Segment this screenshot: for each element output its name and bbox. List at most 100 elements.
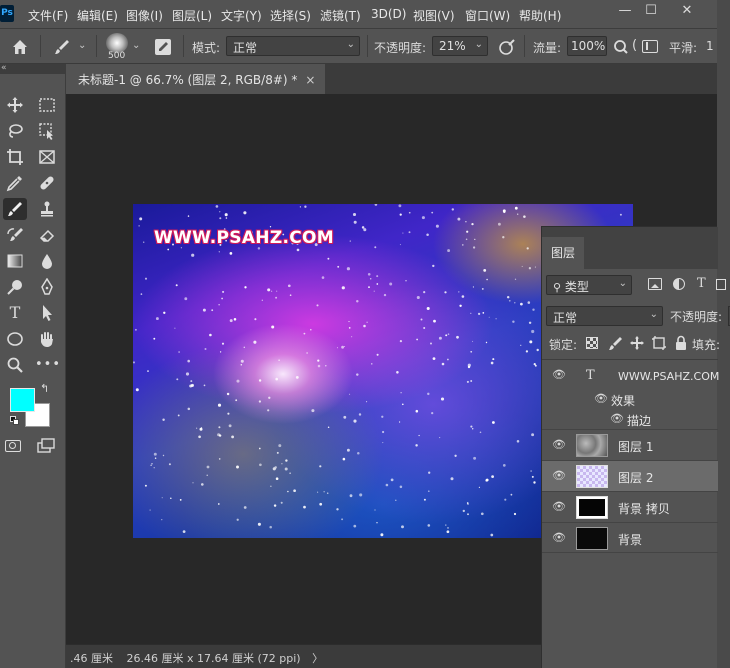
dodge-tool-icon[interactable] [3, 276, 27, 298]
opacity-input[interactable]: 21% ⌄ [432, 36, 488, 56]
layer-row-layer-2[interactable]: 👁 图层 2 [542, 460, 718, 491]
chevron-down-icon[interactable]: ⌄ [132, 40, 140, 51]
screen-mode-icon[interactable] [37, 438, 55, 454]
filter-adjustment-layers-icon[interactable] [673, 278, 685, 290]
star [430, 342, 432, 345]
star [258, 379, 262, 382]
maximize-button[interactable]: ☐ [636, 2, 666, 20]
layer-name[interactable]: WWW.PSAHZ.COM [618, 370, 719, 383]
window-edge-scrollbar[interactable] [717, 0, 730, 668]
eye-icon[interactable]: 👁 [552, 438, 566, 452]
type-tool-icon[interactable]: T [3, 302, 27, 324]
swap-colors-icon[interactable]: ↰ [40, 382, 49, 395]
filter-shape-layers-icon[interactable] [716, 279, 726, 290]
menu-edit[interactable]: 编辑(E) [77, 7, 118, 24]
eye-icon[interactable]: 👁 [552, 500, 566, 514]
lasso-tool-icon[interactable] [3, 120, 27, 142]
move-tool-icon[interactable] [3, 94, 27, 116]
blur-tool-icon[interactable] [35, 250, 59, 272]
zoom-tool-icon[interactable] [3, 354, 27, 376]
menu-help[interactable]: 帮助(H) [519, 7, 561, 24]
clone-stamp-tool-icon[interactable] [35, 198, 59, 220]
filter-pixel-layers-icon[interactable] [648, 278, 662, 290]
document-tab[interactable]: 未标题-1 @ 66.7% (图层 2, RGB/8#) * × [66, 64, 326, 94]
layer-row-background[interactable]: 👁 背景 [542, 522, 718, 553]
crop-tool-icon[interactable] [3, 146, 27, 168]
path-selection-tool-icon[interactable] [35, 302, 59, 324]
layer-name[interactable]: 图层 2 [618, 469, 653, 486]
stroke-eye-icon[interactable]: 👁 [610, 412, 624, 426]
lock-transparent-pixels-icon[interactable] [586, 337, 598, 349]
menu-view[interactable]: 视图(V) [413, 7, 455, 24]
menu-filter[interactable]: 滤镜(T) [320, 7, 361, 24]
menu-select[interactable]: 选择(S) [270, 7, 311, 24]
ellipse-tool-icon[interactable] [3, 328, 27, 350]
layer-name[interactable]: 背景 [618, 531, 642, 548]
airbrush-icon[interactable] [612, 37, 632, 57]
star [461, 295, 465, 298]
layer-row-text[interactable]: 👁 T WWW.PSAHZ.COM [542, 359, 719, 393]
star [240, 364, 243, 366]
close-button[interactable]: ✕ [672, 2, 702, 20]
stroke-effect-row[interactable]: 👁 描边 [542, 409, 718, 429]
close-tab-icon[interactable]: × [305, 73, 315, 87]
foreground-color-swatch[interactable] [10, 388, 35, 412]
eyedropper-tool-icon[interactable] [3, 172, 27, 194]
brush-settings-icon[interactable] [153, 37, 173, 57]
blend-mode-select[interactable]: 正常 ⌄ [546, 306, 663, 326]
healing-brush-tool-icon[interactable] [35, 172, 59, 194]
eraser-tool-icon[interactable] [35, 224, 59, 246]
pressure-opacity-icon[interactable] [497, 37, 517, 57]
layer-filter-select[interactable]: ⚲ 类型 ⌄ [546, 275, 632, 295]
star [349, 494, 353, 498]
layer-row-layer-1[interactable]: 👁 图层 1 [542, 429, 718, 460]
effects-eye-icon[interactable]: 👁 [594, 392, 608, 406]
layer-effects-row[interactable]: 👁 效果 [542, 389, 718, 409]
eye-icon[interactable]: 👁 [552, 368, 566, 382]
status-expand-arrow[interactable]: 〉 [312, 652, 323, 665]
mode-select[interactable]: 正常 ⌄ [226, 36, 360, 56]
filter-type-layers-icon[interactable]: T [697, 276, 706, 291]
eye-icon[interactable]: 👁 [552, 531, 566, 545]
star [153, 452, 157, 456]
default-colors-icon[interactable] [10, 416, 20, 426]
menu-type[interactable]: 文字(Y) [221, 7, 262, 24]
star [134, 328, 137, 331]
hand-tool-icon[interactable] [35, 328, 59, 350]
symmetry-icon[interactable] [642, 40, 658, 53]
home-icon[interactable] [10, 37, 30, 57]
pen-tool-icon[interactable] [35, 276, 59, 298]
layers-tab[interactable]: 图层 [542, 237, 585, 269]
rectangular-marquee-tool-icon[interactable] [35, 94, 59, 116]
eye-icon[interactable]: 👁 [552, 469, 566, 483]
zoom-level[interactable]: .46 厘米 [70, 652, 113, 665]
layer-name[interactable]: 背景 拷贝 [618, 500, 670, 517]
brush-tool-icon[interactable] [3, 198, 27, 220]
more-tools-icon[interactable]: ••• [35, 354, 60, 376]
brush-preset-icon[interactable] [52, 37, 72, 57]
gradient-tool-icon[interactable] [3, 250, 27, 272]
chevron-down-icon[interactable]: ⌄ [78, 40, 86, 51]
layer-name[interactable]: 图层 1 [618, 438, 653, 455]
menu-window[interactable]: 窗口(W) [465, 7, 510, 24]
object-selection-tool-icon[interactable] [35, 120, 59, 142]
star [440, 397, 445, 401]
layer-row-background-copy[interactable]: 👁 背景 拷贝 [542, 491, 718, 522]
toolbar-collapse-button[interactable]: « [0, 64, 66, 74]
flow-input[interactable]: 100% [567, 36, 607, 56]
menu-3d[interactable]: 3D(D) [371, 7, 406, 21]
frame-tool-icon[interactable] [35, 146, 59, 168]
menu-image[interactable]: 图像(I) [126, 7, 163, 24]
quick-mask-icon[interactable] [5, 440, 21, 452]
lock-artboard-icon[interactable] [651, 335, 667, 351]
lock-image-pixels-icon[interactable] [608, 335, 624, 351]
brush-tip-preview-icon[interactable] [106, 33, 128, 53]
history-brush-tool-icon[interactable] [3, 224, 27, 246]
lock-position-icon[interactable] [629, 335, 645, 351]
menu-file[interactable]: 文件(F) [28, 7, 68, 24]
star [317, 491, 319, 493]
menu-layer[interactable]: 图层(L) [172, 7, 212, 24]
lock-all-icon[interactable] [674, 335, 688, 351]
pressure-size-icon[interactable]: ( [632, 38, 637, 53]
smoothing-value[interactable]: 1 [706, 39, 714, 53]
